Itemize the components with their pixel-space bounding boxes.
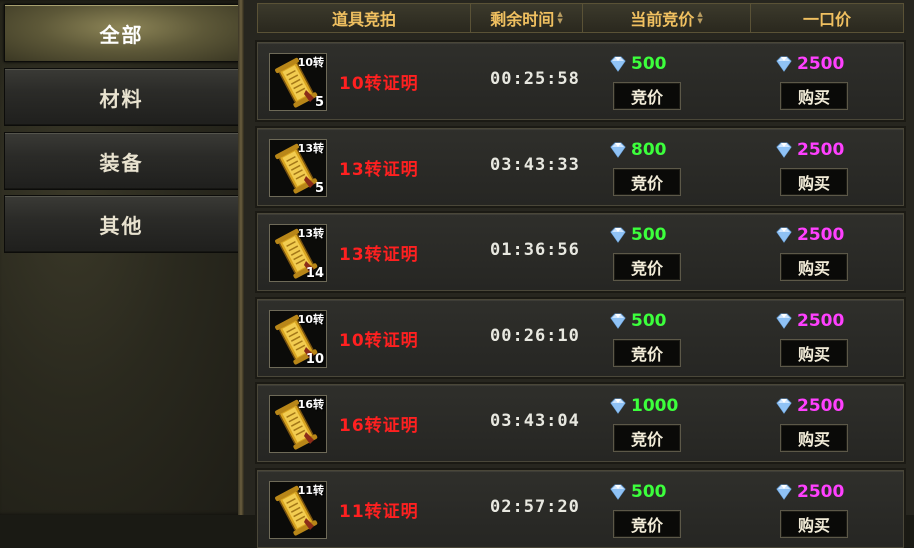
- current-bid: 500: [608, 225, 667, 245]
- buy-button[interactable]: 购买: [780, 339, 848, 367]
- item-tier-label: 10转: [297, 313, 324, 326]
- header-buyout: 一口价: [751, 4, 903, 32]
- buyout-price-value: 2500: [797, 311, 845, 331]
- buy-button[interactable]: 购买: [780, 82, 848, 110]
- item-slot[interactable]: 11转: [269, 481, 327, 539]
- diamond-icon: [610, 313, 626, 329]
- auction-row: 13转 5 13转证明 03:43:33 800 竞价 2500 购买: [257, 128, 904, 206]
- buyout-price-value: 2500: [797, 482, 845, 502]
- current-bid: 500: [608, 311, 667, 331]
- time-remaining: 00:25:58: [490, 69, 580, 89]
- item-tier-label: 10转: [297, 56, 324, 69]
- bid-button[interactable]: 竞价: [613, 424, 681, 452]
- time-remaining: 02:57:20: [490, 497, 580, 517]
- current-bid: 500: [608, 54, 667, 74]
- item-tier-label: 13转: [297, 227, 324, 240]
- bid-button[interactable]: 竞价: [613, 82, 681, 110]
- header-time[interactable]: 剩余时间 ▲ ▼: [471, 4, 583, 32]
- diamond-icon: [610, 56, 626, 72]
- buy-button[interactable]: 购买: [780, 168, 848, 196]
- item-slot[interactable]: 13转 5: [269, 139, 327, 197]
- header-item-label: 道具竞拍: [331, 10, 396, 29]
- bid-button[interactable]: 竞价: [613, 510, 681, 538]
- current-bid-value: 500: [631, 225, 667, 245]
- auction-row: 16转 16转证明 03:43:04 1000 竞价 2500 购买: [257, 384, 904, 462]
- item-name: 11转证明: [339, 502, 419, 522]
- current-bid-value: 500: [631, 54, 667, 74]
- item-slot[interactable]: 16转: [269, 395, 327, 453]
- item-tier-label: 11转: [297, 484, 324, 497]
- item-count: 14: [305, 266, 324, 281]
- diamond-icon: [610, 484, 626, 500]
- header-time-label: 剩余时间: [490, 10, 555, 29]
- time-remaining: 03:43:33: [490, 155, 580, 175]
- auction-list-panel: 道具竞拍 剩余时间 ▲ ▼ 当前竞价 ▲ ▼ 一口价 10转 5 10转证明 0…: [244, 0, 914, 548]
- item-count: 5: [314, 95, 324, 110]
- diamond-icon: [776, 398, 792, 414]
- buy-button[interactable]: 购买: [780, 510, 848, 538]
- category-panel: 全部 材料 装备 其他: [0, 0, 244, 515]
- category-all-button[interactable]: 全部: [4, 4, 239, 62]
- buyout-price: 2500: [774, 54, 844, 74]
- diamond-icon: [776, 484, 792, 500]
- auction-row: 10转 5 10转证明 00:25:58 500 竞价 2500 购买: [257, 42, 904, 120]
- auction-row: 10转 10 10转证明 00:26:10 500 竞价 2500 购买: [257, 299, 904, 377]
- item-slot[interactable]: 10转 10: [269, 310, 327, 368]
- bid-button[interactable]: 竞价: [613, 253, 681, 281]
- time-remaining: 03:43:04: [490, 411, 580, 431]
- buy-button[interactable]: 购买: [780, 253, 848, 281]
- current-bid: 500: [608, 482, 667, 502]
- current-bid: 1000: [608, 396, 678, 416]
- current-bid: 800: [608, 140, 667, 160]
- item-slot[interactable]: 13转 14: [269, 224, 327, 282]
- buyout-price-value: 2500: [797, 54, 845, 74]
- item-tier-label: 13转: [297, 142, 324, 155]
- header-item: 道具竞拍: [258, 4, 471, 32]
- diamond-icon: [610, 142, 626, 158]
- item-name: 13转证明: [339, 160, 419, 180]
- item-name: 10转证明: [339, 331, 419, 351]
- buyout-price: 2500: [774, 482, 844, 502]
- header-bid[interactable]: 当前竞价 ▲ ▼: [583, 4, 751, 32]
- item-name: 13转证明: [339, 245, 419, 265]
- buyout-price-value: 2500: [797, 140, 845, 160]
- diamond-icon: [776, 56, 792, 72]
- buyout-price-value: 2500: [797, 225, 845, 245]
- time-remaining: 00:26:10: [490, 326, 580, 346]
- bid-button[interactable]: 竞价: [613, 339, 681, 367]
- buyout-price-value: 2500: [797, 396, 845, 416]
- auction-row: 13转 14 13转证明 01:36:56 500 竞价 2500 购买: [257, 213, 904, 291]
- diamond-icon: [610, 398, 626, 414]
- buyout-price: 2500: [774, 225, 844, 245]
- buyout-price: 2500: [774, 311, 844, 331]
- category-equipment-button[interactable]: 装备: [4, 132, 239, 190]
- auction-row: 11转 11转证明 02:57:20 500 竞价 2500 购买: [257, 470, 904, 548]
- item-count: 5: [314, 181, 324, 196]
- header-buyout-label: 一口价: [802, 10, 851, 29]
- buy-button[interactable]: 购买: [780, 424, 848, 452]
- diamond-icon: [610, 227, 626, 243]
- bid-button[interactable]: 竞价: [613, 168, 681, 196]
- diamond-icon: [776, 313, 792, 329]
- current-bid-value: 500: [631, 482, 667, 502]
- category-materials-button[interactable]: 材料: [4, 68, 239, 126]
- sort-arrows-icon: ▲ ▼: [697, 10, 703, 25]
- category-other-button[interactable]: 其他: [4, 195, 239, 253]
- item-count: 10: [305, 352, 324, 367]
- item-slot[interactable]: 10转 5: [269, 53, 327, 111]
- current-bid-value: 1000: [631, 396, 679, 416]
- time-remaining: 01:36:56: [490, 240, 580, 260]
- diamond-icon: [776, 142, 792, 158]
- diamond-icon: [776, 227, 792, 243]
- item-name: 16转证明: [339, 416, 419, 436]
- item-tier-label: 16转: [297, 398, 324, 411]
- buyout-price: 2500: [774, 396, 844, 416]
- column-header-bar: 道具竞拍 剩余时间 ▲ ▼ 当前竞价 ▲ ▼ 一口价: [257, 3, 904, 33]
- buyout-price: 2500: [774, 140, 844, 160]
- current-bid-value: 800: [631, 140, 667, 160]
- item-name: 10转证明: [339, 74, 419, 94]
- sort-arrows-icon: ▲ ▼: [557, 10, 563, 25]
- header-bid-label: 当前竞价: [630, 10, 695, 29]
- current-bid-value: 500: [631, 311, 667, 331]
